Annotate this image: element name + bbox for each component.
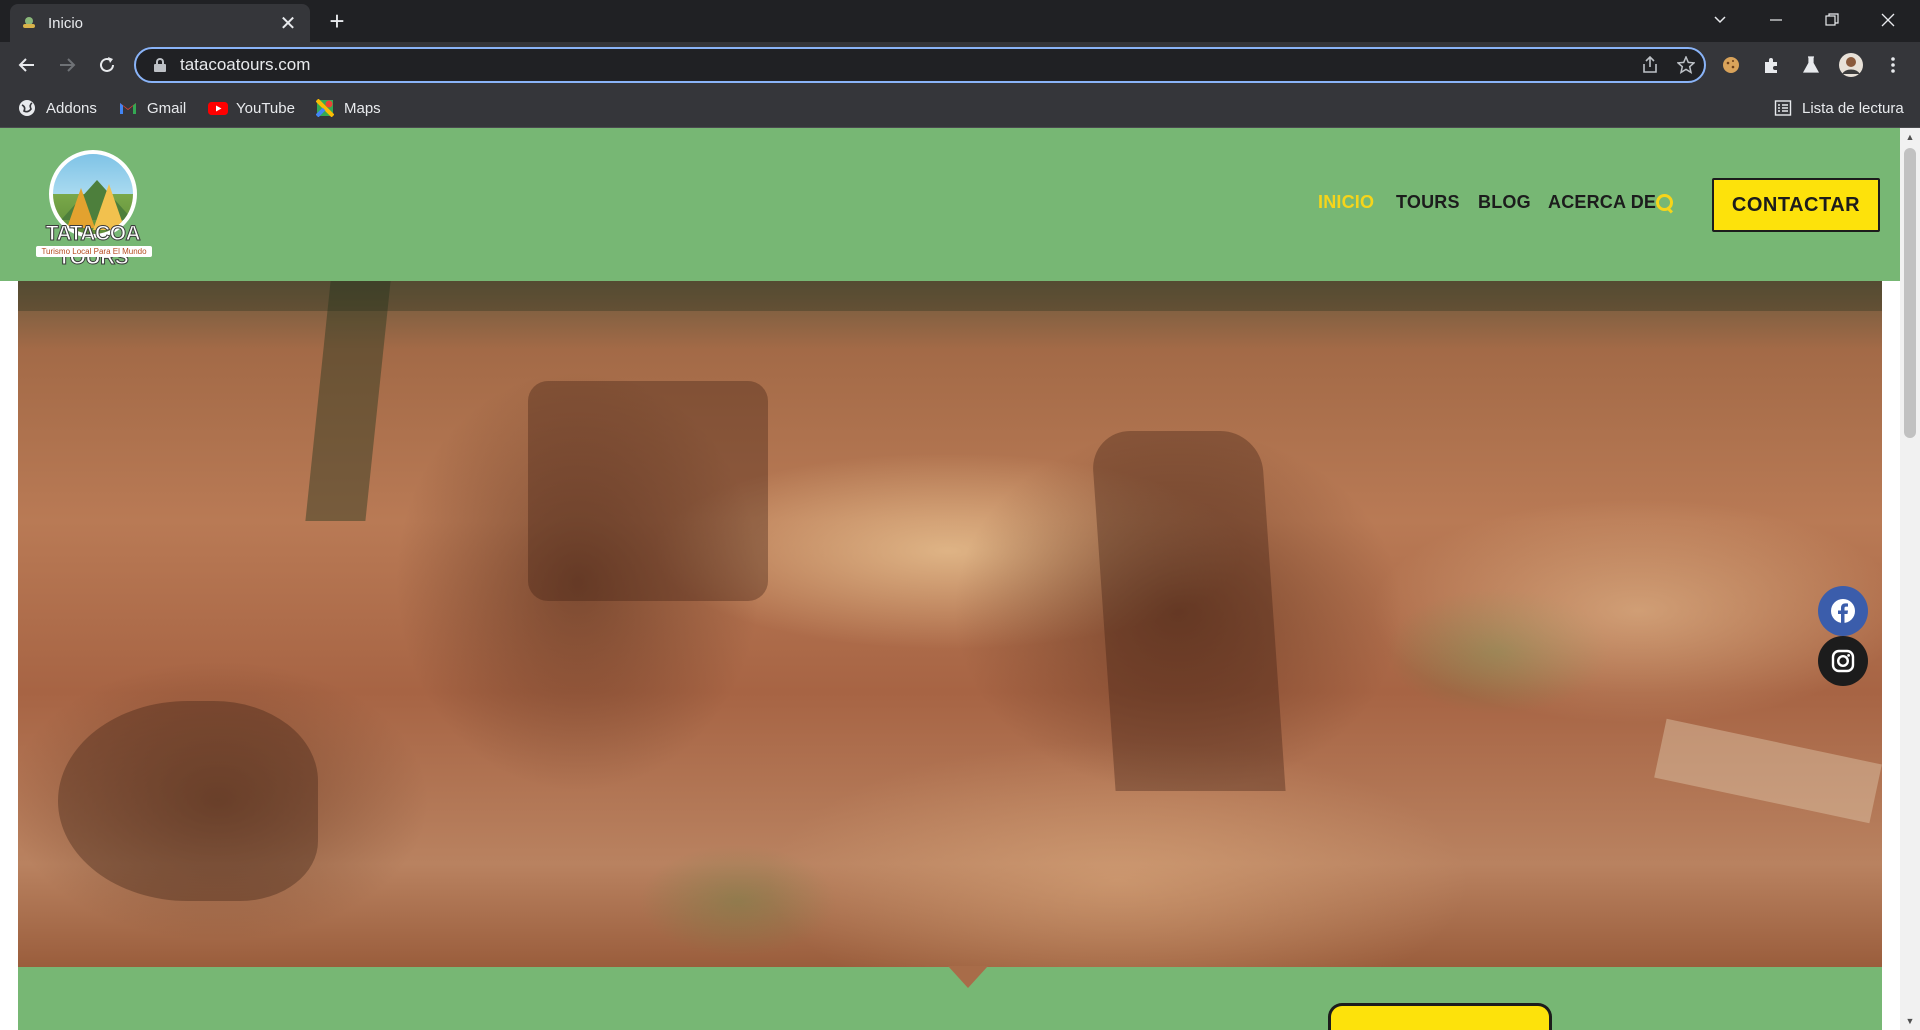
scroll-up-arrow-icon[interactable]: ▲ [1905, 132, 1915, 142]
logo-tagline: Turismo Local Para El Mundo [36, 246, 152, 257]
site-logo[interactable]: TATACOA TOURS Turismo Local Para El Mund… [18, 150, 168, 270]
bookmark-star-icon[interactable] [1668, 50, 1704, 80]
tab-search-chevron-down-icon[interactable] [1692, 0, 1748, 40]
close-window-icon[interactable] [1860, 0, 1916, 40]
bookmark-label: YouTube [236, 99, 295, 117]
lock-icon[interactable] [154, 58, 166, 72]
bookmark-label: Addons [46, 99, 97, 117]
address-bar[interactable]: tatacoatours.com [134, 47, 1706, 83]
search-icon[interactable] [1656, 194, 1674, 212]
contact-button[interactable]: CONTACTAR [1712, 178, 1880, 232]
minimize-icon[interactable] [1748, 0, 1804, 40]
globe-icon [18, 99, 36, 117]
bookmark-maps[interactable]: Maps [315, 96, 381, 120]
new-tab-button[interactable]: + [323, 8, 351, 36]
bookmarks-bar: Addons Gmail YouTube Maps Lista de lectu… [0, 88, 1920, 128]
bookmark-label: Gmail [147, 99, 187, 117]
bookmark-youtube[interactable]: YouTube [208, 96, 295, 120]
hero-image-desert-landscape [18, 281, 1882, 967]
bookmark-label: Maps [344, 99, 381, 117]
band-button[interactable] [1328, 1003, 1552, 1030]
browser-tab-strip: Inicio ✕ + [0, 0, 1920, 42]
page-scrollbar[interactable]: ▲ ▼ [1900, 128, 1920, 1030]
intro-band [18, 966, 1882, 1030]
tab-favicon-icon [22, 16, 36, 30]
browser-tab[interactable]: Inicio ✕ [10, 4, 310, 42]
nav-acerca-de[interactable]: ACERCA DE [1548, 192, 1656, 218]
nav-blog[interactable]: BLOG [1478, 192, 1531, 218]
bookmark-addons[interactable]: Addons [18, 96, 97, 120]
chrome-menu-icon[interactable] [1878, 50, 1908, 80]
reading-list-label: Lista de lectura [1802, 99, 1904, 117]
url-text[interactable]: tatacoatours.com [180, 55, 1632, 75]
restore-icon[interactable] [1804, 0, 1860, 40]
tab-title: Inicio [48, 14, 84, 32]
youtube-icon [208, 99, 228, 117]
maps-icon [315, 98, 335, 118]
scrollbar-thumb[interactable] [1904, 148, 1916, 438]
bookmark-gmail[interactable]: Gmail [119, 96, 186, 120]
reading-list-icon [1774, 99, 1792, 117]
gmail-icon [119, 99, 137, 117]
browser-toolbar: tatacoatours.com [0, 42, 1920, 88]
scroll-down-arrow-icon[interactable]: ▼ [1905, 1016, 1915, 1026]
nav-inicio[interactable]: INICIO [1318, 192, 1374, 218]
forward-arrow-icon[interactable] [52, 50, 82, 80]
tab-close-icon[interactable]: ✕ [278, 13, 298, 35]
profile-avatar[interactable] [1836, 50, 1866, 80]
instagram-icon[interactable] [1818, 636, 1868, 686]
web-page: TATACOA TOURS Turismo Local Para El Mund… [0, 128, 1900, 1030]
band-notch [948, 966, 988, 988]
share-icon[interactable] [1632, 50, 1668, 80]
puzzle-extensions-icon[interactable] [1756, 50, 1786, 80]
cookie-extension-icon[interactable] [1716, 50, 1746, 80]
site-header: TATACOA TOURS Turismo Local Para El Mund… [0, 128, 1900, 281]
nav-tours[interactable]: TOURS [1396, 192, 1460, 218]
reading-list-button[interactable]: Lista de lectura [1774, 96, 1904, 120]
labs-flask-icon[interactable] [1796, 50, 1826, 80]
reload-icon[interactable] [92, 50, 122, 80]
back-arrow-icon[interactable] [12, 50, 42, 80]
facebook-icon[interactable] [1818, 586, 1868, 636]
